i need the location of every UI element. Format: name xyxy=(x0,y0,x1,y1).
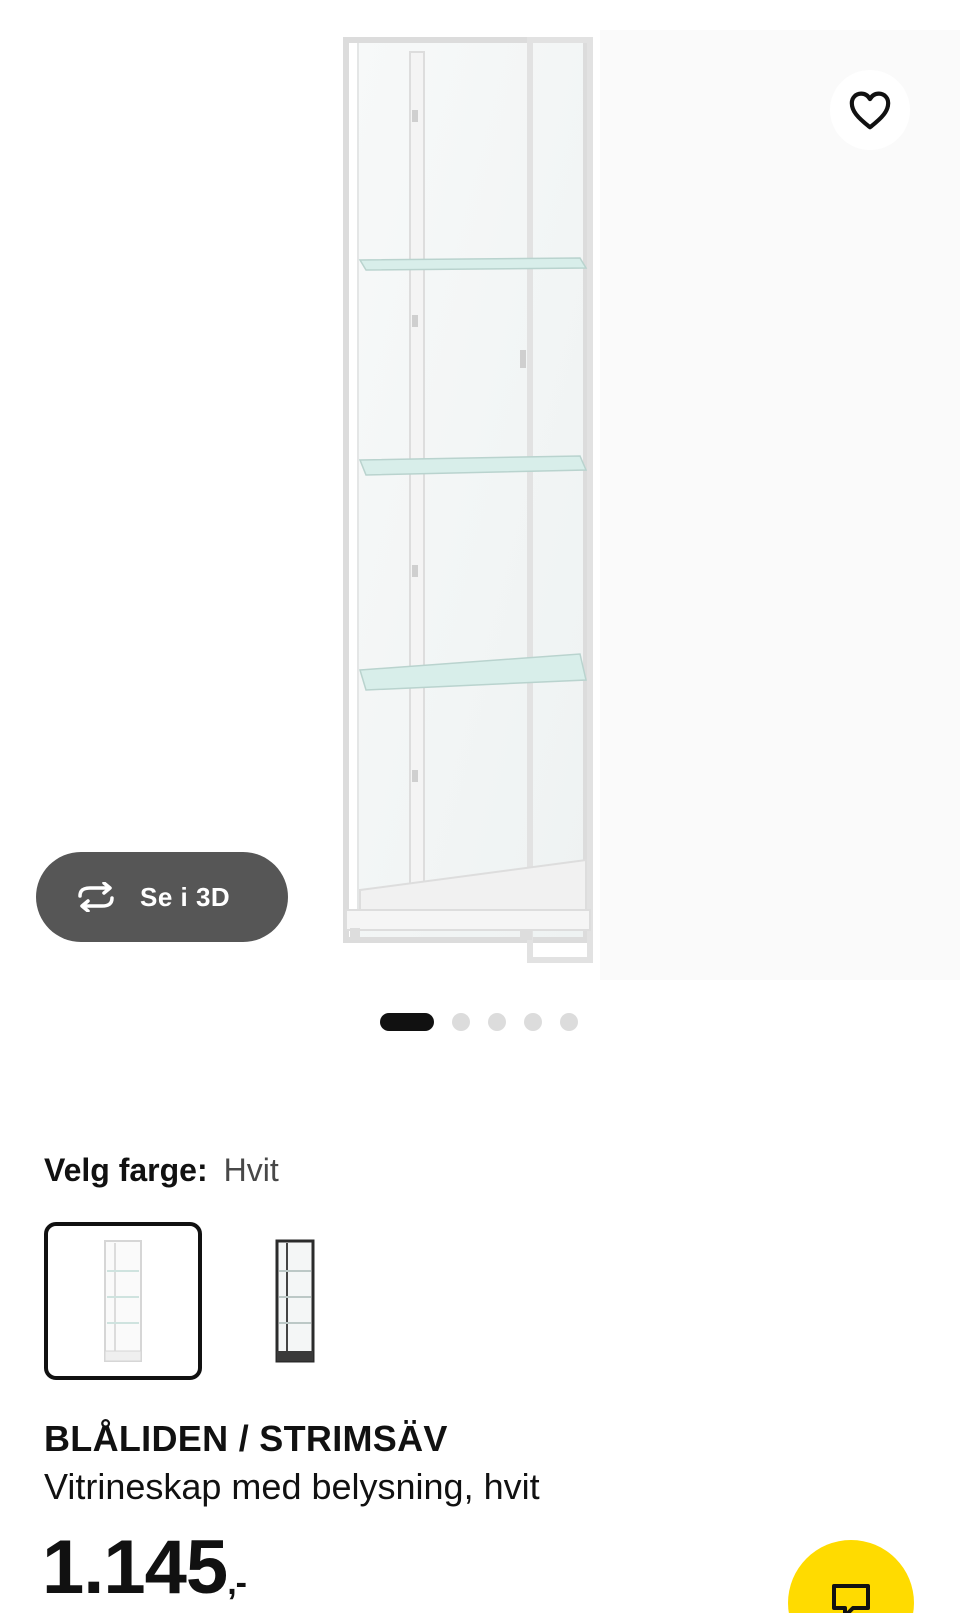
product-image-gallery[interactable]: Se i 3D xyxy=(0,0,960,1031)
carousel-dot-4[interactable] xyxy=(524,1013,542,1031)
view-3d-button[interactable]: Se i 3D xyxy=(36,852,288,942)
color-selector-heading: Velg farge: Hvit xyxy=(44,1152,279,1189)
black-cabinet-thumbnail xyxy=(275,1239,315,1363)
color-selected-value: Hvit xyxy=(223,1152,279,1188)
swatch-white[interactable] xyxy=(44,1222,202,1380)
product-price: 1.145 ,- xyxy=(42,1524,247,1611)
swatch-black[interactable] xyxy=(216,1222,374,1380)
white-cabinet-thumbnail xyxy=(104,1240,142,1362)
color-label: Velg farge: xyxy=(44,1152,208,1188)
rotate-arrows-icon xyxy=(78,882,114,912)
carousel-dot-2[interactable] xyxy=(452,1013,470,1031)
product-name: BLÅLIDEN / STRIMSÄV xyxy=(44,1418,448,1459)
carousel-indicator xyxy=(380,1012,596,1032)
product-description: Vitrineskap med belysning, hvit xyxy=(44,1466,540,1507)
favorite-button[interactable] xyxy=(830,70,910,150)
carousel-dot-1[interactable] xyxy=(380,1013,434,1031)
chat-bubble-icon xyxy=(832,1584,870,1613)
color-swatches xyxy=(44,1222,388,1380)
heart-outline-icon xyxy=(849,91,891,130)
view-3d-label: Se i 3D xyxy=(140,881,231,912)
price-suffix: ,- xyxy=(227,1564,247,1602)
product-image xyxy=(343,37,593,963)
price-value: 1.145 xyxy=(42,1525,228,1610)
carousel-dot-5[interactable] xyxy=(560,1013,578,1031)
carousel-dot-3[interactable] xyxy=(488,1013,506,1031)
gallery-background xyxy=(600,30,960,980)
chat-button[interactable] xyxy=(788,1540,914,1613)
